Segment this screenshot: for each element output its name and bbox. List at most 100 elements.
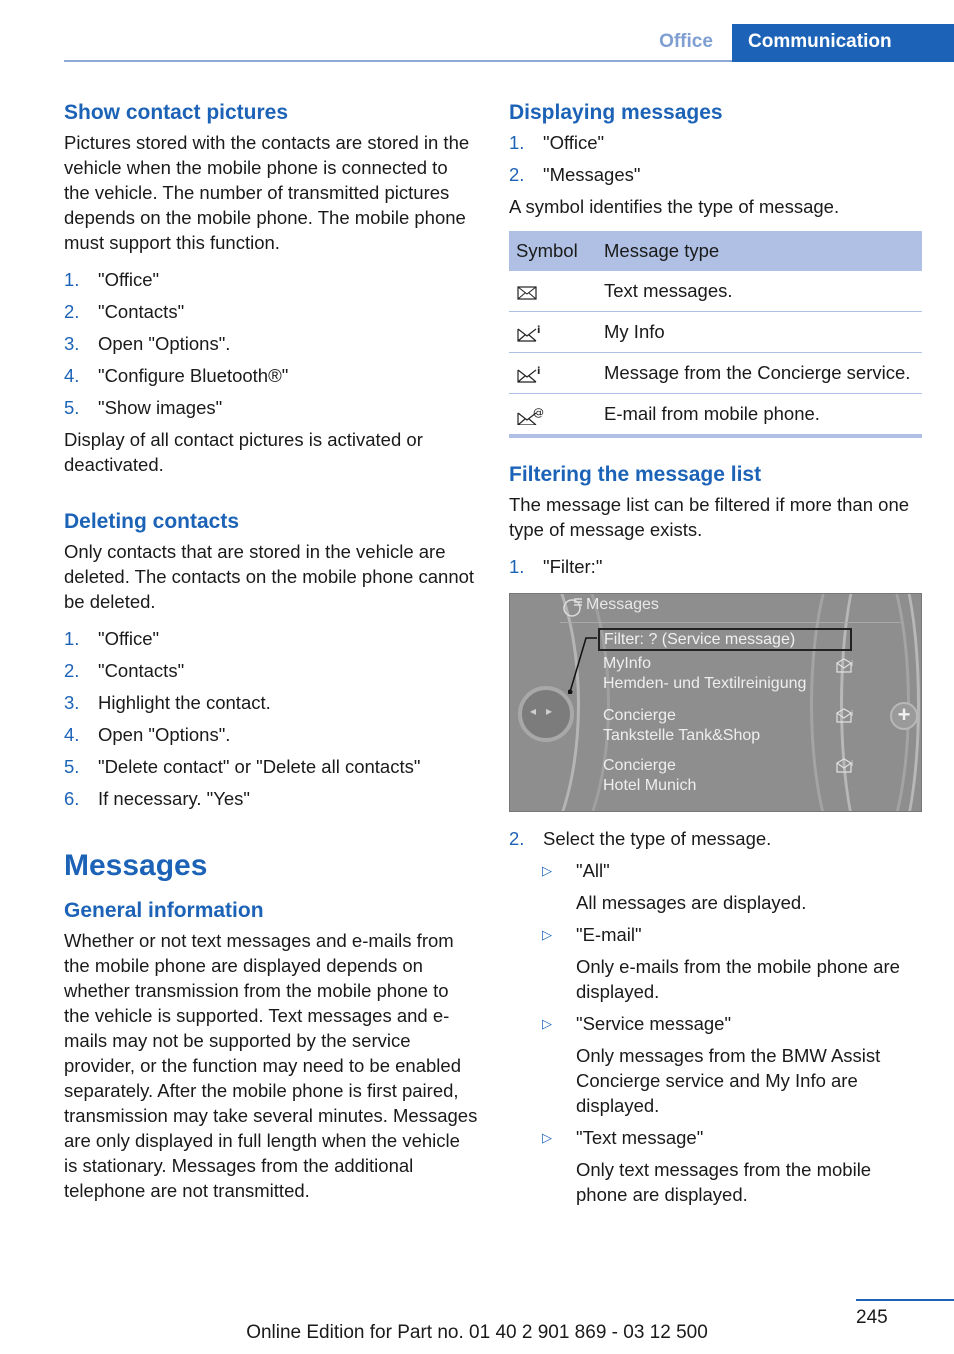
step-text: "Contacts"	[98, 301, 185, 322]
triangle-bullet-icon: ▷	[542, 1130, 552, 1145]
step-text: If necessary. "Yes"	[98, 788, 250, 809]
list-item: 5. "Delete contact" or "Delete all contac…	[64, 754, 478, 779]
step-text: "Contacts"	[98, 660, 185, 681]
message-sender: MyInfo	[603, 655, 652, 672]
step-text: "Office"	[543, 132, 605, 153]
message-subject: Hemden- und Textilreinigung	[603, 675, 807, 692]
step-number: 6.	[64, 788, 80, 809]
heading-filtering-message-list: Filtering the message list	[509, 463, 762, 486]
footer-rule	[856, 1299, 954, 1301]
steps-list: 1. "Office" 2. "Contacts" 3. Highlight the …	[64, 626, 478, 811]
list-item: 2. "Contacts"	[64, 658, 478, 683]
table-row: i My Info	[509, 311, 922, 353]
step-number: 5.	[64, 397, 80, 418]
message-item[interactable]: MyInfo Hemden- und Textilreinigung	[603, 654, 806, 694]
list-item: ▷ "All" All messages are displayed.	[542, 858, 923, 915]
list-item: 1. "Office"	[64, 267, 478, 292]
list-item: 3. Highlight the contact.	[64, 690, 478, 715]
step-number: 1.	[509, 132, 525, 153]
symbol-cell: @	[509, 393, 597, 438]
divider	[560, 622, 901, 623]
option-label: "All"	[576, 860, 610, 881]
svg-text:i: i	[537, 366, 540, 377]
callout-line	[568, 637, 597, 694]
table-row: @ E-mail from mobile phone.	[509, 393, 922, 438]
paragraph: Whether or not text messages and e-mails…	[64, 930, 478, 1201]
steps-list: 1. "Office" 2. "Messages"	[509, 130, 923, 187]
svg-text:i: i	[851, 659, 853, 668]
paragraph: Pictures stored with the contacts are st…	[64, 132, 470, 253]
steps-list: 2. Select the type of message.	[509, 826, 923, 851]
idrive-screenshot: Messages Filter: ? (Service message) MyI…	[509, 593, 922, 812]
tab-communication[interactable]: Communication	[732, 24, 954, 62]
table-row: i Message from the Concierge service.	[509, 352, 922, 394]
step-text: "Delete contact" or "Delete all contacts…	[98, 756, 421, 777]
heading-displaying-messages: Displaying messages	[509, 101, 723, 124]
paragraph: The message list can be filtered if more…	[509, 494, 910, 540]
list-item: 2. "Messages"	[509, 162, 923, 187]
step-number: 1.	[64, 628, 80, 649]
plus-icon[interactable]: +	[890, 702, 918, 730]
triangle-bullet-icon: ▷	[542, 927, 552, 942]
message-item[interactable]: Concierge Hotel Munich	[603, 756, 696, 796]
message-type-table: Symbol Message type Text messages. i My …	[509, 231, 922, 438]
step-text: Open "Options".	[98, 724, 231, 745]
envelope-info-icon: i	[836, 708, 853, 723]
svg-text:@: @	[533, 406, 544, 419]
section-displaying-messages: Displaying messages 1. "Office" 2. "Messag…	[509, 100, 923, 438]
column-header-symbol: Symbol	[509, 231, 597, 271]
edition-footer: Online Edition for Part no. 01 40 2 901 …	[246, 1322, 708, 1343]
step-text: "Show images"	[98, 397, 223, 418]
step-number: 1.	[509, 556, 525, 577]
envelope-icon	[517, 286, 537, 300]
left-right-arrows-icon: ◂▸	[529, 704, 563, 718]
list-item: 5. "Show images"	[64, 395, 478, 420]
step-text: "Messages"	[543, 164, 641, 185]
symbol-cell: i	[509, 352, 597, 394]
step-number: 2.	[64, 301, 80, 322]
left-column: Show contact pictures Pictures stored wi…	[64, 100, 478, 1215]
messages-app-icon	[563, 598, 582, 617]
list-item: ▷ "E-mail" Only e-mails from the mobile p…	[542, 922, 923, 1004]
steps-list: 1. "Office" 2. "Contacts" 3. Open "Options"…	[64, 267, 478, 420]
step-number: 4.	[64, 724, 80, 745]
envelope-info-icon: i	[836, 758, 853, 773]
step-number: 2.	[64, 660, 80, 681]
option-label: "Service message"	[576, 1013, 732, 1034]
tab-office[interactable]: Office	[640, 24, 732, 60]
heading-general-information: General information	[64, 899, 264, 922]
step-text: "Office"	[98, 628, 160, 649]
heading-show-contact-pictures: Show contact pictures	[64, 101, 289, 124]
step-number: 3.	[64, 333, 80, 354]
controller-knob[interactable]: ◂▸	[518, 686, 574, 742]
triangle-bullet-icon: ▷	[542, 863, 552, 878]
section-filtering: Filtering the message list The message l…	[509, 462, 923, 1207]
section-messages: Messages General information Whether or …	[64, 848, 478, 1203]
step-number: 1.	[64, 269, 80, 290]
list-item: 2. "Contacts"	[64, 299, 478, 324]
list-item: ▷ "Text message" Only text messages from …	[542, 1125, 923, 1207]
paragraph: A symbol identifies the type of message.	[509, 196, 840, 217]
step-number: 4.	[64, 365, 80, 386]
section-show-contact-pictures: Show contact pictures Pictures stored wi…	[64, 100, 478, 477]
list-item: 3. Open "Options".	[64, 331, 478, 356]
list-item: 1. "Filter:"	[509, 554, 923, 579]
steps-list: 1. "Filter:"	[509, 554, 923, 579]
symbol-cell	[509, 271, 597, 312]
step-text: Highlight the contact.	[98, 692, 271, 713]
filter-menu-item[interactable]: Filter: ? (Service message)	[598, 628, 852, 651]
screen-title: Messages	[586, 596, 659, 613]
step-number: 2.	[509, 828, 525, 849]
symbol-cell: i	[509, 311, 597, 353]
column-header-message-type: Message type	[597, 231, 922, 271]
paragraph: Only contacts that are stored in the veh…	[64, 541, 475, 612]
envelope-info-icon: i	[517, 325, 540, 342]
message-item[interactable]: Concierge Tankstelle Tank&Shop	[603, 706, 760, 746]
heading-deleting-contacts: Deleting contacts	[64, 510, 240, 533]
list-item: 2. Select the type of message.	[509, 826, 923, 851]
paragraph: Display of all contact pictures is activ…	[64, 429, 423, 475]
message-sender: Concierge	[603, 757, 676, 774]
table-row: Text messages.	[509, 271, 922, 312]
option-description: Only text messages from the mobile phone…	[576, 1159, 872, 1205]
heading-messages: Messages	[64, 849, 208, 882]
